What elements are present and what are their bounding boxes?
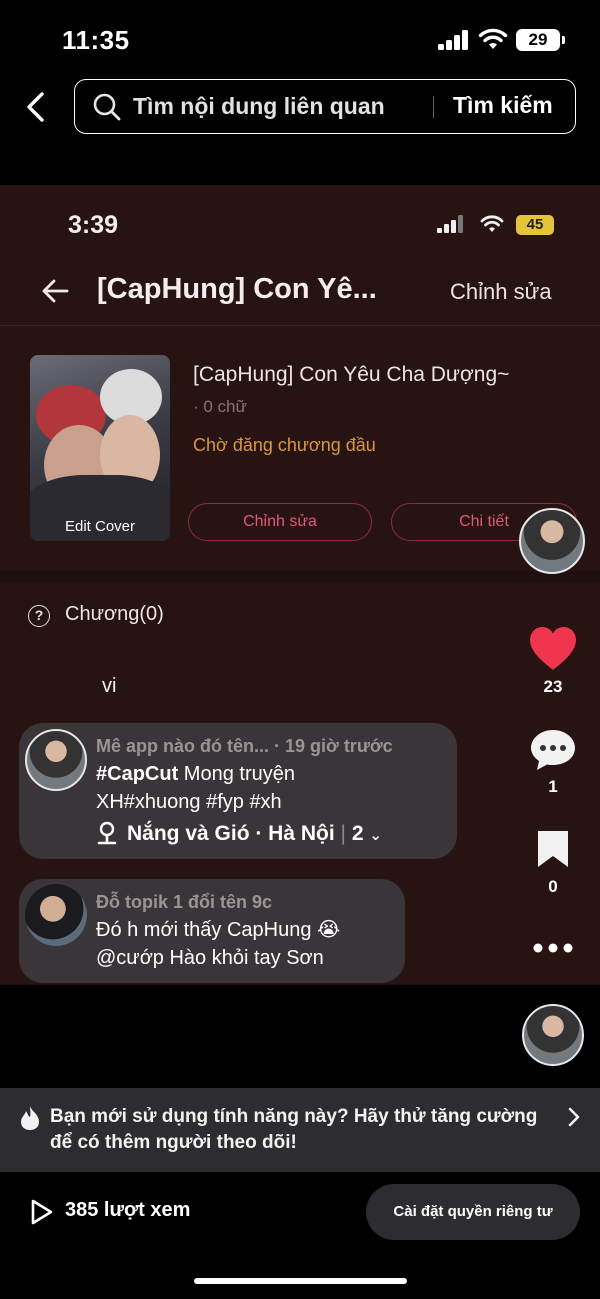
comment-text-line2: @cướp Hào khỏi tay Sơn (96, 947, 324, 969)
location-separator: | (340, 822, 352, 845)
chevron-right-icon[interactable] (567, 1106, 581, 1128)
embedded-full-title: [CapHung] Con Yêu Cha Dượng~ (193, 363, 510, 386)
embedded-back-arrow-icon (42, 279, 69, 303)
embedded-pending-status: Chờ đăng chương đầu (193, 435, 376, 455)
home-indicator (194, 1278, 407, 1284)
location-pin-icon (97, 821, 117, 845)
embedded-chapter-count: Chương(0) (65, 603, 164, 625)
more-icon[interactable] (533, 943, 573, 953)
bookmark-icon[interactable] (535, 829, 571, 869)
back-arrow-icon[interactable] (22, 90, 50, 124)
embedded-battery-icon: 45 (516, 215, 554, 235)
location-link[interactable]: Nắng và Gió · Hà Nội | 2 ⌄ (127, 822, 382, 846)
search-placeholder[interactable]: Tìm nội dung liên quan (133, 93, 385, 120)
comment-text: #CapCut Mong truyện (96, 760, 295, 788)
commenter-avatar[interactable] (25, 884, 87, 946)
comment-text: Đó h mới thấy CapHung 😭 (96, 919, 341, 941)
heart-icon[interactable] (528, 626, 578, 672)
embedded-signal-icon (437, 215, 463, 233)
comment-line: Mong truyện (183, 763, 295, 785)
user-avatar[interactable] (522, 1004, 584, 1066)
video-caption: vi (102, 675, 117, 697)
location-name: Nắng và Gió · Hà Nội (127, 822, 335, 845)
comment-count: 1 (548, 777, 558, 796)
hashtag-link[interactable]: #CapCut (96, 763, 178, 785)
embedded-section-band (0, 571, 600, 583)
location-count: 2 (351, 822, 364, 845)
embedded-word-count: · 0 chữ (193, 397, 247, 416)
save-count: 0 (548, 877, 558, 896)
story-cover-image: Edit Cover (30, 355, 170, 541)
commenter-avatar[interactable] (25, 729, 87, 791)
like-count: 23 (543, 677, 563, 696)
edit-cover-label: Edit Cover (64, 518, 136, 535)
embedded-wifi-icon (480, 215, 504, 232)
promote-text: Bạn mới sử dụng tính năng này? Hãy thử t… (50, 1106, 538, 1153)
question-icon: ? (28, 605, 50, 627)
status-time: 11:35 (62, 25, 130, 55)
creator-avatar[interactable] (519, 508, 585, 574)
flame-icon (21, 1106, 39, 1130)
search-icon (93, 93, 121, 121)
embedded-divider (0, 325, 600, 326)
play-icon (31, 1199, 53, 1225)
embedded-story-title: [CapHung] Con Yê... (97, 273, 377, 305)
comment-icon[interactable] (529, 728, 577, 772)
search-button[interactable]: Tìm kiếm (453, 92, 553, 119)
comment-meta: Mê app nào đó tên... · 19 giờ trước (96, 736, 393, 756)
embedded-edit-link: Chỉnh sửa (450, 279, 552, 304)
search-divider (433, 96, 434, 118)
chevron-down-icon: ⌄ (369, 827, 382, 844)
privacy-settings-button[interactable]: Cài đặt quyền riêng tư (366, 1184, 580, 1240)
embedded-edit-button: Chỉnh sửa (188, 503, 372, 541)
comment-text-line2: XH#xhuong #fyp #xh (96, 791, 282, 813)
cellular-signal-icon (438, 30, 470, 50)
comment-meta: Đỗ topik 1 đổi tên 9c (96, 892, 273, 912)
wifi-icon (478, 28, 508, 49)
view-count: 385 lượt xem (65, 1199, 191, 1221)
video-frame[interactable]: 3:39 45 [CapHung] Con Yê... Chỉnh sửa Ed… (0, 185, 600, 985)
battery-icon: 29 (516, 29, 565, 51)
embedded-status-time: 3:39 (68, 211, 119, 239)
